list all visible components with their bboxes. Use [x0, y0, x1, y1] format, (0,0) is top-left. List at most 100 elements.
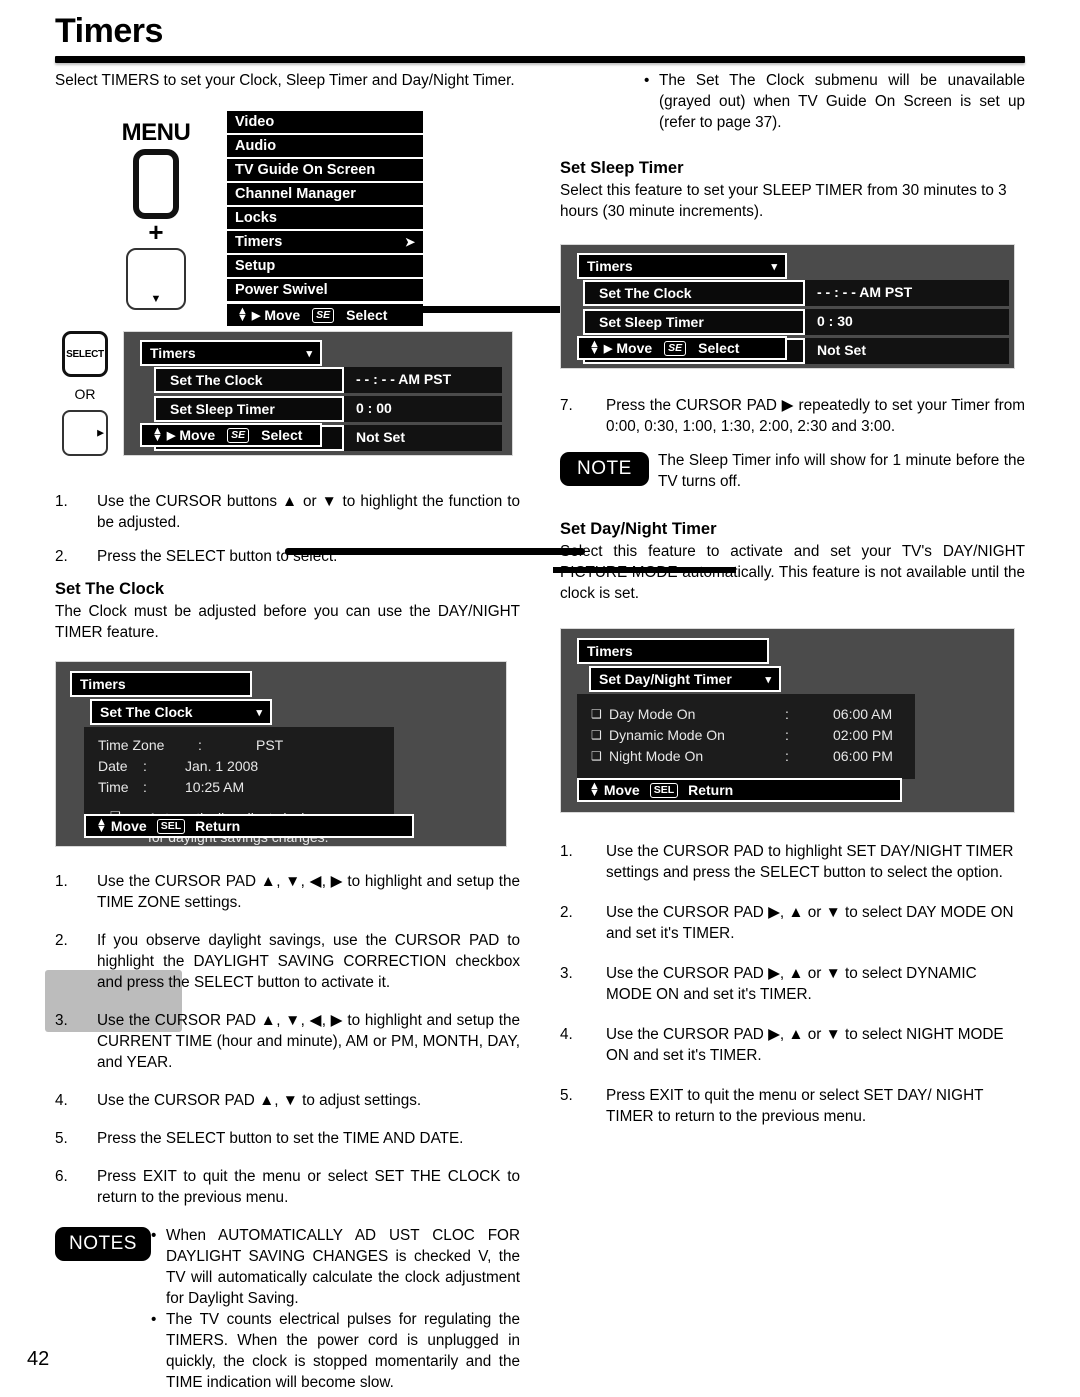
title-rule [55, 56, 1025, 63]
osd-tab-timers[interactable]: Timers [70, 671, 252, 697]
steps-list-c: 1. Use the CURSOR PAD to highlight SET D… [560, 841, 1025, 1127]
osd-tab-label: Timers [587, 643, 633, 659]
osd-label-set-sleep-timer: Set Sleep Timer [154, 396, 344, 422]
menu-item-setup[interactable]: Setup [227, 255, 423, 277]
osd-subtab-set-day-night-timer[interactable]: Set Day/Night Timer ▾ [589, 666, 781, 692]
list-item: 1. Use the CURSOR PAD to highlight SET D… [560, 841, 1025, 883]
up-down-arrows-icon: ▲ ▼ [152, 425, 163, 444]
timers-osd: Timers ▾ Set The Clock - - : - - AM PST … [123, 331, 513, 456]
osd-subtab-set-the-clock[interactable]: Set The Clock ▾ [90, 699, 272, 725]
menu-item-timers-label: Timers [235, 234, 283, 250]
clock-value-time-zone: PST [256, 737, 284, 753]
move-label: Move [603, 782, 640, 798]
note-item: • When AUTOMATICALLY AD UST CLOC FOR DAY… [151, 1225, 520, 1309]
se-key-icon: SE [664, 340, 687, 356]
step-number: 1. [560, 843, 573, 860]
step-text: Use the CURSOR PAD to highlight SET DAY/… [606, 843, 1014, 881]
osd-label-set-sleep-timer: Set Sleep Timer [583, 309, 805, 335]
osd-tab-timers[interactable]: Timers ▾ [577, 253, 787, 279]
checkbox-icon[interactable]: ❑ [591, 704, 609, 725]
osd-tab-label: Timers [150, 345, 196, 361]
dn-sep: : [785, 727, 789, 743]
dn-row-night-mode[interactable]: ❑ Night Mode On : 06:00 PM [591, 746, 901, 767]
chevron-down-icon: ▼ [150, 293, 162, 305]
osd-subtab-label: Set Day/Night Timer [599, 671, 732, 687]
osd-value-set-the-clock: - - : - - AM PST [805, 280, 1009, 306]
menu-button-label: MENU [121, 119, 191, 146]
osd-row-set-the-clock[interactable]: Set The Clock - - : - - AM PST [583, 280, 1009, 306]
menu-item-power-swivel[interactable]: Power Swivel [227, 279, 423, 301]
list-item: 5. Press EXIT to quit the menu or select… [560, 1085, 1025, 1127]
step-text: Use the CURSOR PAD ▲, ▼ to adjust settin… [97, 1092, 422, 1109]
osd-value-set-day-night-timer: Not Set [805, 338, 1009, 364]
step-text: Press the SELECT button to set the TIME … [97, 1130, 464, 1147]
osd-row-set-the-clock[interactable]: Set The Clock - - : - - AM PST [154, 367, 502, 393]
list-item: 5. Press the SELECT button to set the TI… [55, 1128, 520, 1149]
dn-row-day-mode[interactable]: ❑ Day Mode On : 06:00 AM [591, 704, 901, 725]
osd-value-set-the-clock: - - : - - AM PST [344, 367, 502, 393]
up-down-arrows-icon: ▲ ▼ [589, 338, 600, 357]
list-item: 3. Use the CURSOR PAD ▶, ▲ or ▼ to selec… [560, 963, 1025, 1005]
chevron-down-icon: ▾ [306, 347, 312, 360]
list-item: 3. Use the CURSOR PAD ▲, ▼, ◀, ▶ to high… [55, 1010, 520, 1073]
day-night-osd-footer: ▲ ▼ Move SEL Return [577, 778, 902, 802]
clock-row-date[interactable]: Date : Jan. 1 2008 [98, 756, 380, 777]
note-text: The TV counts electrical pulses for regu… [166, 1311, 520, 1391]
dn-sep: : [785, 748, 789, 764]
redaction-bar [553, 567, 736, 573]
chevron-down-icon: ▾ [256, 706, 262, 719]
step-text: Use the CURSOR PAD ▶, ▲ or ▼ to select D… [606, 904, 1014, 942]
steps-list-a: 1. Use the CURSOR buttons ▲ or ▼ to high… [55, 491, 585, 567]
clock-settings-panel: Time Zone : PST Date : Jan. 1 2008 Time … [84, 727, 394, 845]
return-label: Return [688, 782, 734, 798]
step-number: 4. [55, 1092, 68, 1109]
menu-item-channel-manager[interactable]: Channel Manager [227, 183, 423, 207]
chevron-right-icon: ➤ [404, 235, 415, 249]
intro-paragraph: Select TIMERS to set your Clock, Sleep T… [55, 72, 515, 89]
bullet-icon: • [151, 1227, 157, 1244]
move-label: Move [264, 307, 301, 323]
sleep-osd-footer: ▲ ▼ ▶ Move SE Select [577, 336, 787, 360]
dn-row-dynamic-mode[interactable]: ❑ Dynamic Mode On : 02:00 PM [591, 725, 901, 746]
list-item: 6. Press EXIT to quit the menu or select… [55, 1166, 520, 1208]
osd-tab-label: Timers [80, 676, 126, 692]
se-key-icon: SE [312, 307, 335, 323]
step-text: Use the CURSOR buttons ▲ or ▼ to highlig… [97, 493, 520, 531]
step-number: 5. [55, 1130, 68, 1147]
select-label: Select [346, 307, 388, 323]
menu-item-timers[interactable]: Timers ➤ [227, 231, 423, 255]
osd-row-set-sleep-timer[interactable]: Set Sleep Timer 0 : 00 [154, 396, 502, 422]
step-number: 7. [560, 397, 573, 414]
checkbox-icon[interactable]: ❑ [591, 746, 609, 767]
menu-item-video[interactable]: Video [227, 111, 423, 135]
menu-diagram: MENU + ▼ Video Audio TV Guide On Screen … [55, 109, 623, 327]
set-the-clock-heading: Set The Clock [55, 580, 165, 598]
osd-value-set-day-night-timer: Not Set [344, 425, 502, 451]
clock-row-time-zone[interactable]: Time Zone : PST [98, 735, 380, 756]
menu-item-locks[interactable]: Locks [227, 207, 423, 231]
dn-label-dynamic-mode: Dynamic Mode On [609, 727, 725, 743]
menu-item-audio[interactable]: Audio [227, 135, 423, 159]
osd-tab-timers[interactable]: Timers ▾ [140, 340, 322, 366]
select-key[interactable]: SELECT [62, 331, 108, 377]
page-title: Timers [55, 12, 163, 50]
menu-key[interactable] [133, 149, 179, 219]
left-column: Select TIMERS to set your Clock, Sleep T… [45, 70, 623, 1393]
select-key-label: SELECT [66, 348, 104, 360]
cursor-pad-right-key[interactable]: ▶ [62, 410, 108, 456]
move-label: Move [179, 427, 216, 443]
dn-label-night-mode: Night Mode On [609, 748, 704, 764]
clock-label-date: Date [98, 758, 128, 774]
osd-tab-timers[interactable]: Timers [577, 638, 769, 664]
osd-value-set-sleep-timer: 0 : 00 [344, 396, 502, 422]
move-label: Move [110, 818, 147, 834]
right-arrow-icon: ▶ [251, 309, 261, 322]
checkbox-icon[interactable]: ❑ [591, 725, 609, 746]
clock-row-time[interactable]: Time : 10:25 AM [98, 777, 380, 798]
cursor-pad-down-key[interactable]: ▼ [126, 248, 186, 310]
bullet-icon: • [644, 72, 650, 89]
osd-subtab-label: Set The Clock [100, 704, 193, 720]
menu-item-tv-guide-on-screen[interactable]: TV Guide On Screen [227, 159, 423, 183]
osd-row-set-sleep-timer[interactable]: Set Sleep Timer 0 : 30 [583, 309, 1009, 335]
set-the-clock-body: The Clock must be adjusted before you ca… [55, 603, 520, 641]
